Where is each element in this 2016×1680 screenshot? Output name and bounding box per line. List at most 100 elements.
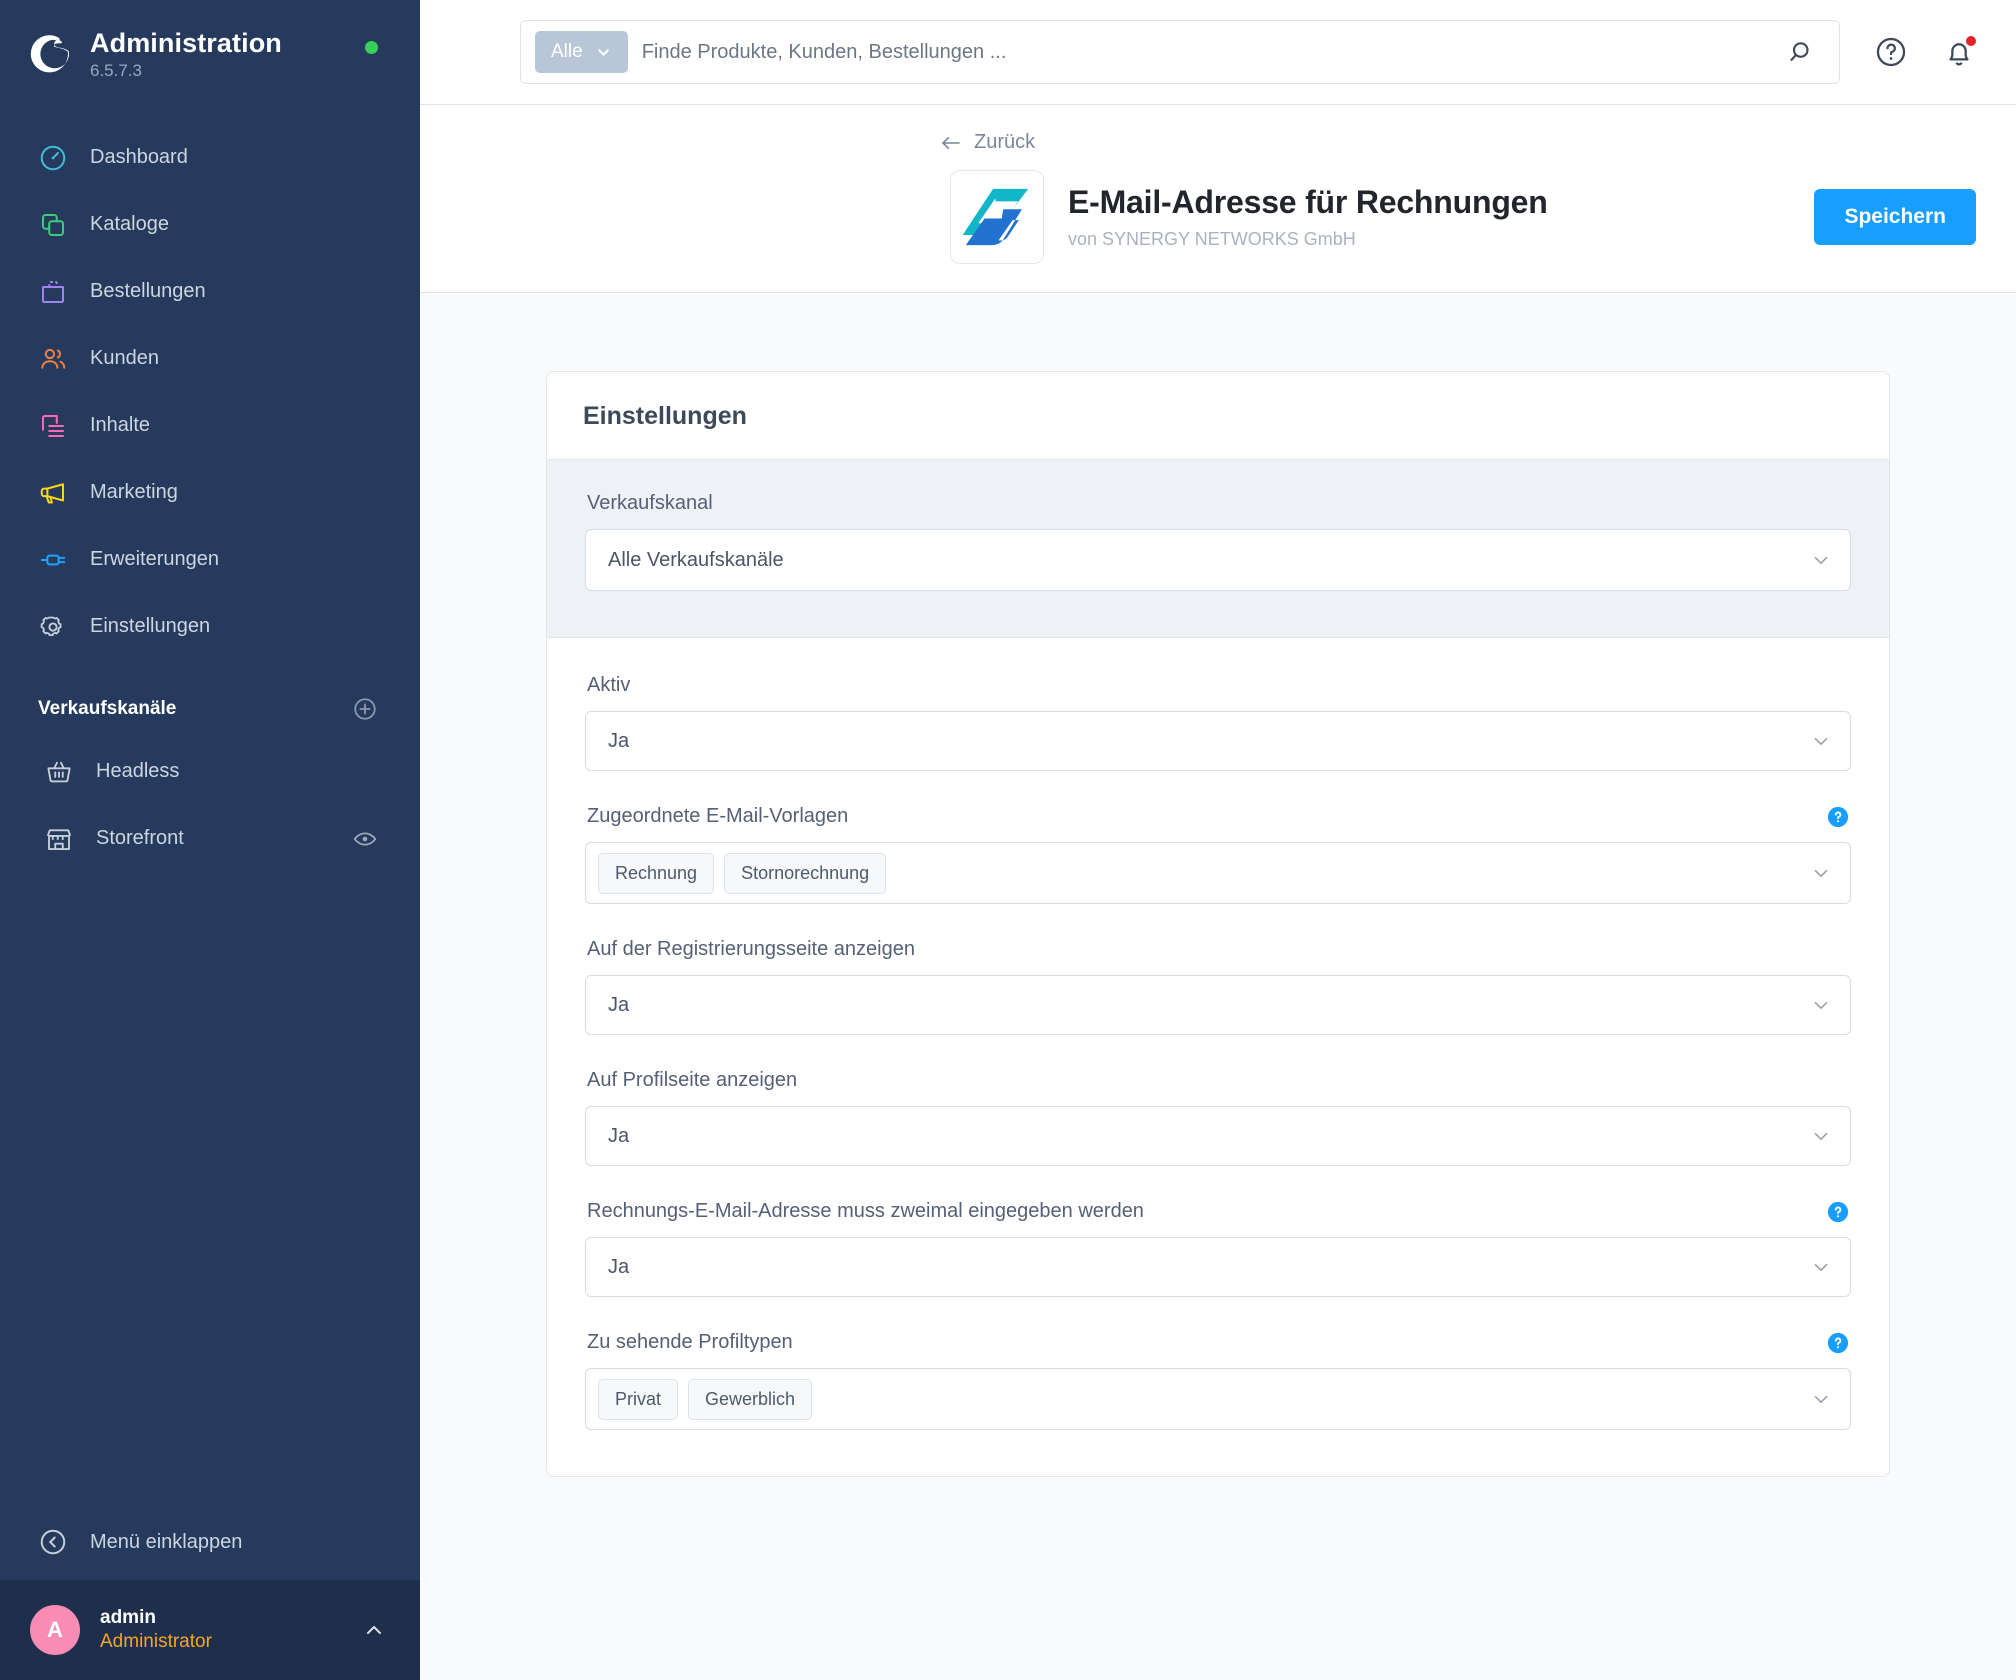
show-on-registration-select[interactable]: Ja xyxy=(585,975,1851,1035)
sidebar-item-erweiterungen[interactable]: Erweiterungen xyxy=(0,526,420,593)
user-role: Administrator xyxy=(100,1631,212,1652)
field-label: Zugeordnete E-Mail-Vorlagen xyxy=(587,805,849,827)
avatar: A xyxy=(30,1605,80,1655)
chip[interactable]: Rechnung xyxy=(598,852,715,894)
sidebar-nav: Dashboard Kataloge Bestellungen Kunden I… xyxy=(0,124,420,660)
sidebar-item-label: Dashboard xyxy=(90,146,188,169)
extension-title-block: E-Mail-Adresse für Rechnungen von SYNERG… xyxy=(1068,184,1790,250)
help-circle-icon[interactable] xyxy=(1874,35,1908,69)
search-input[interactable] xyxy=(641,40,1773,64)
sidebar-item-storefront[interactable]: Storefront xyxy=(0,805,420,872)
select-value: Alle Verkaufskanäle xyxy=(608,548,784,571)
field-label: Zu sehende Profiltypen xyxy=(587,1331,793,1353)
synergy-networks-logo xyxy=(950,170,1044,264)
sidebar-item-label: Inhalte xyxy=(90,414,151,437)
field-label: Aktiv xyxy=(587,674,631,696)
chevron-down-icon xyxy=(1810,730,1832,752)
gear-icon xyxy=(38,612,68,642)
user-name: admin xyxy=(100,1607,156,1629)
user-meta: admin Administrator xyxy=(100,1606,342,1654)
orders-bag-icon xyxy=(38,277,68,307)
field-label: Verkaufskanal xyxy=(587,492,713,514)
field-label-row: Verkaufskanal xyxy=(585,492,1851,515)
save-button[interactable]: Speichern xyxy=(1814,189,1976,245)
sidebar-item-headless[interactable]: Headless xyxy=(0,738,420,805)
plus-circle-icon[interactable] xyxy=(352,696,378,722)
sidebar-item-label: Einstellungen xyxy=(90,615,211,638)
page-header: Zurück E-Mail-Adresse für Rechnungen von… xyxy=(420,105,2016,293)
chevron-up-icon[interactable] xyxy=(362,1618,386,1642)
chevron-left-circle-icon xyxy=(38,1527,68,1557)
user-account-menu[interactable]: A admin Administrator xyxy=(0,1580,420,1680)
chip[interactable]: Stornorechnung xyxy=(724,852,887,894)
sidebar-item-label: Storefront xyxy=(96,827,184,850)
help-circle-icon[interactable] xyxy=(1827,1201,1849,1223)
brand-text: Administration 6.5.7.3 xyxy=(90,28,282,80)
bell-icon[interactable] xyxy=(1942,34,1978,69)
sidebar-item-bestellungen[interactable]: Bestellungen xyxy=(0,258,420,325)
field-label-row: Auf Profilseite anzeigen xyxy=(585,1069,1851,1092)
chevron-down-icon xyxy=(1810,1125,1832,1147)
sidebar-brand[interactable]: Administration 6.5.7.3 xyxy=(0,0,420,100)
email-templates-multiselect[interactable]: Rechnung Stornorechnung xyxy=(585,842,1851,904)
profile-types-multiselect[interactable]: Privat Gewerblich xyxy=(585,1368,1851,1430)
help-circle-icon[interactable] xyxy=(1827,806,1849,828)
catalog-icon xyxy=(38,210,68,240)
field-show-on-registration: Auf der Registrierungsseite anzeigen Ja xyxy=(585,938,1851,1035)
chevron-down-icon xyxy=(597,48,609,56)
application-root: Administration 6.5.7.3 Dashboard Katalog… xyxy=(0,0,2016,1680)
eye-icon[interactable] xyxy=(352,826,378,852)
show-on-profile-select[interactable]: Ja xyxy=(585,1106,1851,1166)
select-value: Ja xyxy=(608,1255,630,1278)
field-label-row: Auf der Registrierungsseite anzeigen xyxy=(585,938,1851,961)
brand-version: 6.5.7.3 xyxy=(90,61,142,81)
field-profile-types: Zu sehende Profiltypen Privat Gewerblich xyxy=(585,1331,1851,1430)
chip[interactable]: Gewerblich xyxy=(688,1378,813,1420)
field-show-on-profile: Auf Profilseite anzeigen Ja xyxy=(585,1069,1851,1166)
field-label: Rechnungs-E-Mail-Adresse muss zweimal ei… xyxy=(587,1200,1144,1222)
sales-channel-band: Verkaufskanal Alle Verkaufskanäle xyxy=(547,460,1889,638)
chip-list: Privat Gewerblich xyxy=(598,1378,1800,1420)
shopware-logo-icon xyxy=(30,32,74,76)
confirm-email-select[interactable]: Ja xyxy=(585,1237,1851,1297)
sidebar-item-dashboard[interactable]: Dashboard xyxy=(0,124,420,191)
sidebar-section-sales-channels: Verkaufskanäle xyxy=(0,660,420,738)
settings-card: Einstellungen Verkaufskanal Alle Verkauf… xyxy=(546,371,1890,1477)
select-value: Ja xyxy=(608,1124,630,1147)
sidebar-item-label: Kunden xyxy=(90,347,159,370)
megaphone-icon xyxy=(38,478,68,508)
sidebar-item-marketing[interactable]: Marketing xyxy=(0,459,420,526)
help-circle-icon[interactable] xyxy=(1827,1332,1849,1354)
collapse-menu-label: Menü einklappen xyxy=(90,1530,243,1553)
sidebar-item-einstellungen[interactable]: Einstellungen xyxy=(0,593,420,660)
dashboard-icon xyxy=(38,143,68,173)
field-aktiv: Aktiv Ja xyxy=(585,674,1851,771)
top-bar-icons xyxy=(1874,34,1978,69)
chevron-down-icon xyxy=(1810,1256,1832,1278)
page-title: E-Mail-Adresse für Rechnungen xyxy=(1068,184,1548,220)
aktiv-select[interactable]: Ja xyxy=(585,711,1851,771)
field-label: Auf der Registrierungsseite anzeigen xyxy=(587,938,915,960)
search-icon[interactable] xyxy=(1787,37,1817,67)
search-scope-dropdown[interactable]: Alle xyxy=(535,31,628,73)
back-button[interactable]: Zurück xyxy=(940,131,1035,154)
chevron-down-icon xyxy=(1810,549,1832,571)
global-search-box[interactable]: Alle xyxy=(520,20,1840,84)
collapse-menu-button[interactable]: Menü einklappen xyxy=(0,1504,420,1580)
sidebar: Administration 6.5.7.3 Dashboard Katalog… xyxy=(0,0,420,1680)
content-area: Einstellungen Verkaufskanal Alle Verkauf… xyxy=(420,293,2016,1680)
extension-header-row: E-Mail-Adresse für Rechnungen von SYNERG… xyxy=(950,170,1976,264)
brand-title: Administration xyxy=(90,28,282,58)
field-email-templates: Zugeordnete E-Mail-Vorlagen Rechnung Sto… xyxy=(585,805,1851,904)
chip[interactable]: Privat xyxy=(598,1378,679,1420)
sidebar-item-label: Erweiterungen xyxy=(90,548,219,571)
sidebar-item-kunden[interactable]: Kunden xyxy=(0,325,420,392)
select-value: Ja xyxy=(608,993,630,1016)
settings-card-header: Einstellungen xyxy=(547,372,1889,460)
extension-author: von SYNERGY NETWORKS GmbH xyxy=(1068,229,1356,249)
sidebar-item-inhalte[interactable]: Inhalte xyxy=(0,392,420,459)
sales-channel-select[interactable]: Alle Verkaufskanäle xyxy=(585,529,1851,591)
sidebar-item-kataloge[interactable]: Kataloge xyxy=(0,191,420,258)
search-scope-label: Alle xyxy=(551,41,583,62)
plug-icon xyxy=(38,545,68,575)
